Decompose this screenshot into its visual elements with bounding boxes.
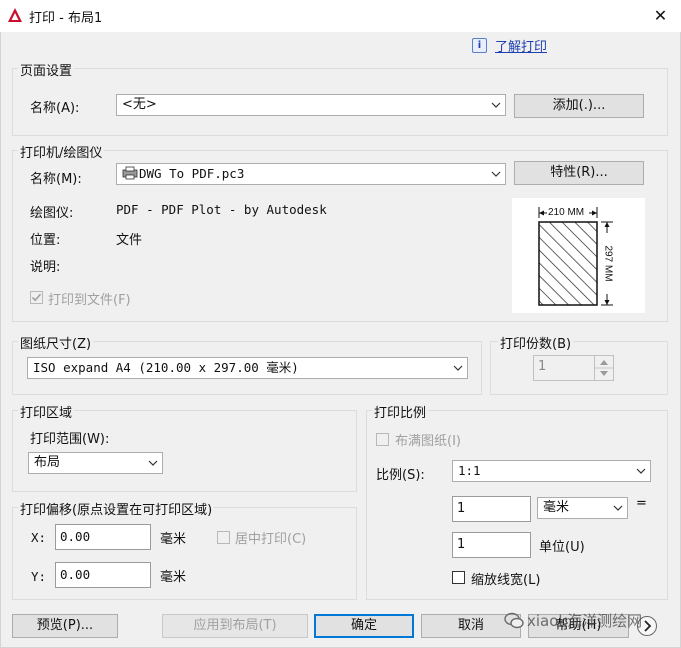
offset-y-input[interactable]: 0.00 (55, 562, 151, 588)
copies-spinner[interactable] (594, 355, 614, 381)
scale-value1-input[interactable]: 1 (452, 496, 531, 522)
plot-offset-title: 打印偏移(原点设置在可打印区域) (18, 499, 215, 518)
offset-y-unit: 毫米 (160, 570, 187, 585)
fit-to-paper-checkbox[interactable] (376, 433, 389, 446)
paper-size-title: 图纸尺寸(Z) (18, 333, 94, 352)
scale-unit-label: 单位(U) (539, 540, 585, 555)
plot-area-title: 打印区域 (18, 402, 75, 421)
learn-about-plotting-link[interactable]: 了解打印 (495, 36, 547, 55)
plot-range-label: 打印范围(W): (30, 432, 110, 447)
scale-value2-input[interactable]: 1 (452, 532, 531, 558)
offset-x-unit: 毫米 (160, 532, 187, 547)
chevron-down-icon (453, 365, 463, 371)
plotter-icon (122, 166, 138, 180)
description-label: 说明: (30, 260, 61, 275)
page-setup-title: 页面设置 (18, 60, 75, 79)
plot-to-file-label: 打印到文件(F) (48, 293, 131, 308)
paper-size-dropdown[interactable]: ISO expand A4 (210.00 x 297.00 毫米) (27, 357, 468, 379)
offset-x-input[interactable]: 0.00 (55, 524, 151, 550)
chevron-down-icon (491, 171, 501, 177)
plotter-value: PDF - PDF Plot - by Autodesk (116, 202, 327, 217)
plot-scale-title: 打印比例 (372, 402, 429, 421)
page-setup-name-value: <无> (122, 97, 157, 112)
printer-properties-button[interactable]: 特性(R)... (514, 161, 644, 185)
preview-width-label: 210 MM (548, 207, 585, 218)
plotter-label: 绘图仪: (30, 206, 74, 221)
window-title: 打印 - 布局1 (29, 11, 103, 26)
printer-plotter-title: 打印机/绘图仪 (18, 142, 105, 161)
scale-lineweights-checkbox[interactable] (452, 571, 465, 584)
plot-area-group (12, 410, 357, 492)
apply-to-layout-button[interactable]: 应用到布局(T) (162, 614, 308, 638)
paper-preview: 210 MM 297 MM (512, 198, 645, 313)
copies-input[interactable]: 1 (533, 355, 595, 381)
close-button[interactable]: ✕ (640, 0, 681, 32)
watermark-text: xiaok海洋测绘网 (527, 612, 643, 630)
printer-name-value: DWG To PDF.pc3 (139, 166, 245, 181)
scale-equals-sign: = (636, 496, 647, 511)
offset-x-label: X: (31, 530, 47, 545)
location-value: 文件 (116, 233, 143, 248)
chevron-down-icon (613, 505, 623, 511)
scale-lineweights-label: 缩放线宽(L) (471, 573, 541, 588)
scale-value: 1:1 (458, 463, 481, 478)
ok-button[interactable]: 确定 (314, 614, 414, 638)
wechat-logo (504, 612, 524, 630)
plot-range-value: 布局 (34, 455, 61, 470)
copies-title: 打印份数(B) (498, 333, 574, 352)
plot-to-file-checkbox[interactable] (30, 291, 43, 304)
fit-to-paper-label: 布满图纸(I) (395, 434, 461, 449)
printer-name-label: 名称(M): (30, 172, 82, 187)
printer-name-dropdown[interactable]: DWG To PDF.pc3 (116, 163, 506, 185)
location-label: 位置: (30, 233, 61, 248)
preview-button[interactable]: 预览(P)... (12, 614, 118, 638)
info-icon: i (472, 38, 487, 53)
scale-units-dropdown[interactable]: 毫米 (537, 497, 628, 519)
chevron-down-icon (636, 468, 646, 474)
plot-range-dropdown[interactable]: 布局 (28, 452, 163, 474)
paper-size-value: ISO expand A4 (210.00 x 297.00 毫米) (33, 360, 299, 375)
scale-label: 比例(S): (376, 468, 425, 483)
checkmark-icon (31, 293, 42, 302)
scale-units-value: 毫米 (543, 500, 570, 515)
title-bar: 打印 - 布局1 ✕ (0, 0, 681, 32)
center-plot-checkbox[interactable] (217, 531, 230, 544)
wechat-icon (504, 612, 524, 629)
spinner-arrows-icon (595, 360, 613, 376)
scale-dropdown[interactable]: 1:1 (452, 460, 651, 482)
page-setup-name-label: 名称(A): (30, 101, 80, 116)
page-setup-name-dropdown[interactable]: <无> (116, 94, 506, 116)
autocad-app-icon (8, 8, 22, 22)
center-plot-label: 居中打印(C) (235, 532, 307, 547)
chevron-down-icon (491, 102, 501, 108)
add-page-setup-button[interactable]: 添加(.)... (514, 94, 644, 118)
preview-height-label: 297 MM (602, 245, 614, 282)
offset-y-label: Y: (31, 569, 47, 584)
chevron-down-icon (148, 460, 158, 466)
